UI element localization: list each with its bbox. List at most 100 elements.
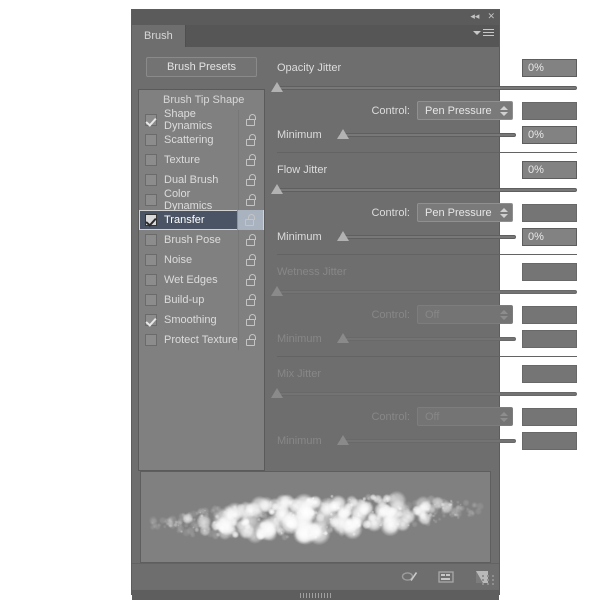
slider-track bbox=[339, 234, 516, 239]
brush-option-row[interactable]: Color Dynamics bbox=[139, 188, 264, 212]
slider-thumb[interactable] bbox=[271, 82, 283, 92]
brush-option-lock[interactable] bbox=[238, 310, 264, 330]
minimum-value-input[interactable]: 0% bbox=[522, 227, 577, 246]
brush-option-row[interactable]: Dual Brush bbox=[139, 170, 264, 190]
lock-open-icon[interactable] bbox=[246, 154, 257, 166]
lock-open-icon[interactable] bbox=[246, 194, 257, 206]
brush-option-lock[interactable] bbox=[238, 150, 264, 170]
jitter-value-input[interactable]: 0% bbox=[522, 160, 577, 179]
brush-option-row[interactable]: Texture bbox=[139, 150, 264, 170]
brush-option-checkbox[interactable] bbox=[145, 274, 157, 286]
jitter-title-row: Mix Jitter bbox=[277, 363, 577, 384]
lock-open-icon[interactable] bbox=[245, 214, 256, 226]
control-dropdown[interactable]: Off bbox=[417, 407, 513, 426]
brush-option-row[interactable]: Brush Pose bbox=[139, 230, 264, 250]
brush-option-row[interactable]: Smoothing bbox=[139, 310, 264, 330]
lock-open-icon[interactable] bbox=[246, 314, 257, 326]
brush-option-lock[interactable] bbox=[238, 250, 264, 270]
resize-grip-icon[interactable] bbox=[482, 575, 496, 586]
brush-option-row[interactable]: Scattering bbox=[139, 130, 264, 150]
jitter-title-row: Wetness Jitter bbox=[277, 261, 577, 282]
jitter-slider[interactable] bbox=[271, 387, 577, 401]
slider-thumb[interactable] bbox=[271, 286, 283, 296]
brush-option-lock[interactable] bbox=[238, 130, 264, 150]
jitter-slider[interactable] bbox=[271, 285, 577, 299]
slider-thumb[interactable] bbox=[271, 184, 283, 194]
brush-preview-icon[interactable] bbox=[437, 569, 455, 585]
brush-option-checkbox[interactable] bbox=[145, 214, 157, 226]
brush-option-row[interactable]: Wet Edges bbox=[139, 270, 264, 290]
panel-menu-icon[interactable] bbox=[473, 29, 494, 36]
collapse-arrows-icon[interactable]: ◂◂ bbox=[470, 11, 479, 22]
minimum-label: Minimum bbox=[277, 332, 322, 345]
lock-open-icon[interactable] bbox=[246, 334, 257, 346]
minimum-value-input[interactable] bbox=[522, 431, 577, 450]
brush-presets-button[interactable]: Brush Presets bbox=[146, 57, 257, 77]
minimum-slider[interactable] bbox=[337, 332, 516, 346]
brush-option-checkbox[interactable] bbox=[145, 314, 157, 326]
brush-option-row[interactable]: Transfer bbox=[139, 210, 264, 230]
slider-thumb[interactable] bbox=[337, 434, 349, 445]
minimum-value-input[interactable] bbox=[522, 329, 577, 348]
panel-footer bbox=[132, 563, 499, 589]
brush-option-lock[interactable] bbox=[238, 330, 264, 350]
stepper-arrows-icon[interactable] bbox=[500, 411, 508, 422]
brush-option-checkbox[interactable] bbox=[145, 134, 157, 146]
stepper-arrows-icon[interactable] bbox=[500, 105, 508, 116]
jitter-value-input[interactable]: 0% bbox=[522, 58, 577, 77]
jitter-value-input[interactable] bbox=[522, 262, 577, 281]
brush-option-row[interactable]: Protect Texture bbox=[139, 330, 264, 350]
toggle-brush-pressure-icon[interactable] bbox=[401, 569, 419, 585]
brush-option-checkbox[interactable] bbox=[145, 114, 157, 126]
jitter-value-input[interactable] bbox=[522, 364, 577, 383]
brush-option-checkbox[interactable] bbox=[145, 294, 157, 306]
brush-option-lock[interactable] bbox=[238, 110, 264, 130]
brush-option-lock[interactable] bbox=[238, 230, 264, 250]
brush-option-checkbox[interactable] bbox=[145, 234, 157, 246]
brush-option-checkbox[interactable] bbox=[145, 254, 157, 266]
brush-option-checkbox[interactable] bbox=[145, 154, 157, 166]
lock-open-icon[interactable] bbox=[246, 234, 257, 246]
minimum-slider[interactable] bbox=[337, 434, 516, 448]
brush-option-lock[interactable] bbox=[238, 190, 264, 210]
lock-open-icon[interactable] bbox=[246, 254, 257, 266]
slider-track bbox=[277, 188, 577, 192]
brush-option-row[interactable]: Shape Dynamics bbox=[139, 108, 264, 132]
tab-brush[interactable]: Brush bbox=[132, 25, 186, 47]
lock-open-icon[interactable] bbox=[246, 294, 257, 306]
stepper-arrows-icon[interactable] bbox=[500, 207, 508, 218]
brush-tip-shape-header[interactable]: Brush Tip Shape bbox=[139, 90, 264, 110]
lock-open-icon[interactable] bbox=[246, 174, 257, 186]
brush-option-lock[interactable] bbox=[237, 210, 263, 230]
slider-thumb[interactable] bbox=[271, 388, 283, 398]
control-dropdown[interactable]: Pen Pressure bbox=[417, 101, 513, 120]
jitter-label: Opacity Jitter bbox=[277, 61, 342, 74]
control-dropdown[interactable]: Pen Pressure bbox=[417, 203, 513, 222]
jitter-slider[interactable] bbox=[271, 183, 577, 197]
lock-open-icon[interactable] bbox=[246, 114, 257, 126]
slider-thumb[interactable] bbox=[337, 332, 349, 343]
brush-option-lock[interactable] bbox=[238, 170, 264, 190]
brush-option-row[interactable]: Build-up bbox=[139, 290, 264, 310]
stepper-arrows-icon[interactable] bbox=[500, 309, 508, 320]
lock-open-icon[interactable] bbox=[246, 134, 257, 146]
minimum-slider[interactable] bbox=[337, 230, 516, 244]
jitter-slider[interactable] bbox=[271, 81, 577, 95]
slider-thumb[interactable] bbox=[337, 230, 349, 241]
brush-option-lock[interactable] bbox=[238, 290, 264, 310]
brush-option-row[interactable]: Noise bbox=[139, 250, 264, 270]
control-spacer bbox=[522, 101, 577, 120]
minimum-slider[interactable] bbox=[337, 128, 516, 142]
brush-option-checkbox[interactable] bbox=[145, 194, 157, 206]
control-dropdown[interactable]: Off bbox=[417, 305, 513, 324]
lock-open-icon[interactable] bbox=[246, 274, 257, 286]
minimum-value-input[interactable]: 0% bbox=[522, 125, 577, 144]
brush-option-label: Texture bbox=[164, 154, 201, 166]
panel-bottom-handle[interactable] bbox=[132, 589, 499, 600]
control-label: Control: bbox=[371, 104, 410, 117]
brush-option-checkbox[interactable] bbox=[145, 174, 157, 186]
close-icon[interactable]: ✕ bbox=[487, 11, 495, 22]
brush-option-checkbox[interactable] bbox=[145, 334, 157, 346]
brush-option-lock[interactable] bbox=[238, 270, 264, 290]
slider-thumb[interactable] bbox=[337, 128, 349, 139]
